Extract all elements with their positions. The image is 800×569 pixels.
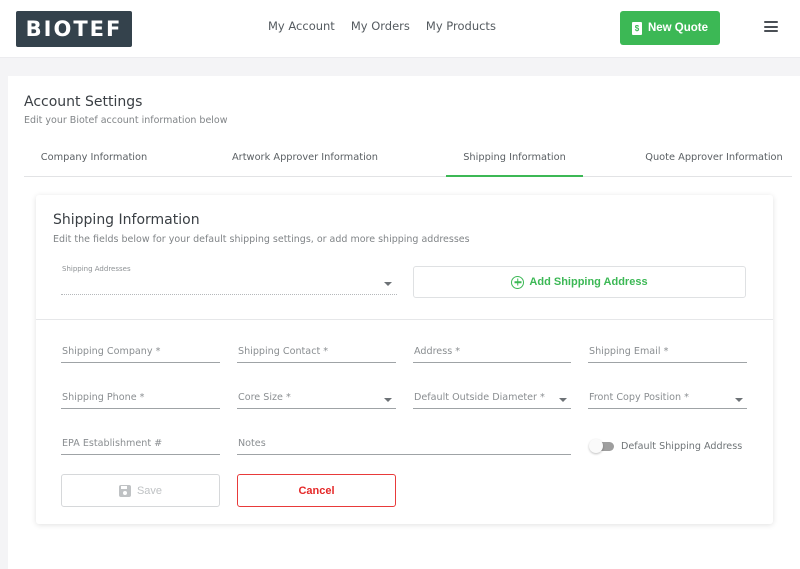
add-shipping-address-button[interactable]: Add Shipping Address — [413, 266, 746, 298]
floppy-disk-icon — [118, 484, 131, 497]
card-title: Shipping Information — [53, 212, 200, 228]
hamburger-icon[interactable] — [764, 21, 778, 32]
shipping-addresses-select[interactable]: Shipping Addresses — [61, 265, 397, 295]
core-size-placeholder: Core Size * — [238, 392, 291, 403]
shipping-contact-field[interactable]: Shipping Contact * — [237, 341, 396, 363]
card-subtitle: Edit the fields below for your default s… — [53, 234, 470, 245]
account-settings-panel: Account Settings Edit your Biotef accoun… — [8, 76, 800, 569]
core-size-select[interactable]: Core Size * — [237, 387, 396, 409]
chevron-down-icon — [384, 398, 392, 402]
save-button[interactable]: Save — [61, 474, 220, 507]
shipping-email-placeholder: Shipping Email * — [589, 346, 669, 357]
default-outside-diameter-placeholder: Default Outside Diameter * — [414, 392, 545, 403]
shipping-addresses-label: Shipping Addresses — [62, 265, 131, 273]
divider — [36, 319, 773, 320]
new-quote-button[interactable]: $ New Quote — [620, 11, 720, 45]
address-field[interactable]: Address * — [413, 341, 571, 363]
nav-my-account[interactable]: My Account — [268, 19, 335, 33]
dollar-document-icon: $ — [631, 21, 642, 35]
page-title: Account Settings — [24, 94, 143, 110]
shipping-company-field[interactable]: Shipping Company * — [61, 341, 220, 363]
tab-artwork-approver-information[interactable]: Artwork Approver Information — [222, 146, 388, 177]
tab-shipping-information[interactable]: Shipping Information — [446, 146, 583, 177]
default-shipping-address-toggle[interactable]: Default Shipping Address — [589, 439, 743, 453]
default-outside-diameter-select[interactable]: Default Outside Diameter * — [413, 387, 571, 409]
biotef-logo[interactable]: BIOTEF — [16, 11, 132, 47]
cancel-button[interactable]: Cancel — [237, 474, 396, 507]
shipping-information-card: Shipping Information Edit the fields bel… — [36, 195, 773, 524]
tab-quote-approver-information[interactable]: Quote Approver Information — [636, 146, 792, 177]
new-quote-label: New Quote — [647, 22, 709, 34]
nav-my-orders[interactable]: My Orders — [351, 19, 410, 33]
shipping-company-placeholder: Shipping Company * — [62, 346, 161, 357]
settings-tabs: Company Information Artwork Approver Inf… — [24, 146, 792, 177]
nav-my-products[interactable]: My Products — [426, 19, 496, 33]
front-copy-position-placeholder: Front Copy Position * — [589, 392, 689, 403]
save-label: Save — [136, 484, 163, 497]
shipping-contact-placeholder: Shipping Contact * — [238, 346, 329, 357]
notes-placeholder: Notes — [238, 438, 266, 449]
page-subtitle: Edit your Biotef account information bel… — [24, 115, 228, 126]
shipping-email-field[interactable]: Shipping Email * — [588, 341, 747, 363]
toggle-switch[interactable] — [589, 439, 614, 453]
default-shipping-address-label: Default Shipping Address — [621, 440, 743, 452]
top-navbar: BIOTEF My Account My Orders My Products … — [0, 0, 800, 58]
add-shipping-address-label: Add Shipping Address — [529, 276, 648, 288]
main-nav: My Account My Orders My Products — [268, 19, 496, 33]
plus-circle-icon — [511, 275, 525, 289]
shipping-phone-field[interactable]: Shipping Phone * — [61, 387, 220, 409]
chevron-down-icon — [735, 398, 743, 402]
shipping-phone-placeholder: Shipping Phone * — [62, 392, 145, 403]
tab-company-information[interactable]: Company Information — [24, 146, 164, 177]
chevron-down-icon — [384, 282, 392, 286]
epa-establishment-placeholder: EPA Establishment # — [62, 438, 163, 449]
notes-field[interactable]: Notes — [237, 433, 571, 455]
front-copy-position-select[interactable]: Front Copy Position * — [588, 387, 747, 409]
epa-establishment-field[interactable]: EPA Establishment # — [61, 433, 220, 455]
chevron-down-icon — [559, 398, 567, 402]
address-placeholder: Address * — [414, 346, 461, 357]
